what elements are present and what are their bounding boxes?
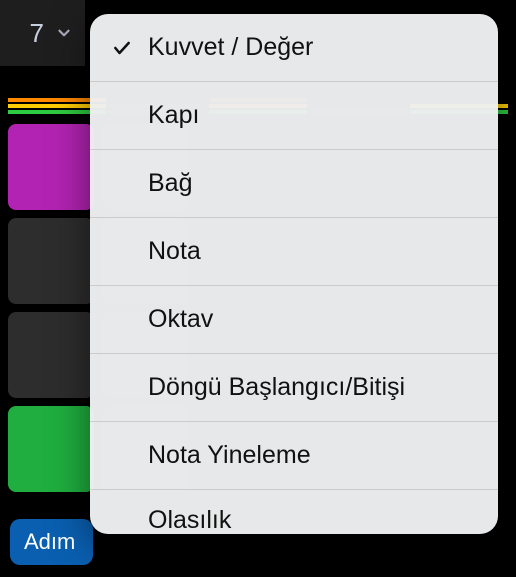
menu-item-note[interactable]: Nota (90, 218, 498, 286)
menu-item-label: Kuvvet / Değer (148, 33, 478, 62)
menu-item-loop[interactable]: Döngü Başlangıcı/Bitişi (90, 354, 498, 422)
chevron-down-icon[interactable] (55, 18, 73, 49)
checkmark-icon (110, 38, 134, 58)
menu-item-label: Oktav (148, 305, 478, 334)
pad[interactable] (8, 406, 94, 492)
menu-item-label: Nota Yineleme (148, 441, 478, 470)
top-bar: 7 (0, 0, 85, 66)
pad[interactable] (8, 218, 94, 304)
edit-mode-menu: Kuvvet / Değer Kapı Bağ Nota Oktav Döngü… (90, 14, 498, 534)
menu-item-label: Bağ (148, 169, 478, 198)
menu-item-repeat[interactable]: Nota Yineleme (90, 422, 498, 490)
pad[interactable] (8, 124, 94, 210)
menu-item-velocity[interactable]: Kuvvet / Değer (90, 14, 498, 82)
edit-mode-popover: Kuvvet / Değer Kapı Bağ Nota Oktav Döngü… (90, 14, 498, 534)
menu-item-label: Kapı (148, 101, 478, 130)
menu-item-label: Olasılık (148, 506, 478, 534)
bottom-bar: Adım (10, 519, 93, 565)
menu-item-label: Döngü Başlangıcı/Bitişi (148, 373, 478, 402)
menu-item-octave[interactable]: Oktav (90, 286, 498, 354)
menu-item-label: Nota (148, 237, 478, 266)
menu-item-gate[interactable]: Kapı (90, 82, 498, 150)
step-button[interactable]: Adım (10, 519, 93, 565)
pad[interactable] (8, 312, 94, 398)
menu-item-tie[interactable]: Bağ (90, 150, 498, 218)
display-value: 7 (30, 18, 45, 49)
menu-item-probability[interactable]: Olasılık (90, 490, 498, 534)
